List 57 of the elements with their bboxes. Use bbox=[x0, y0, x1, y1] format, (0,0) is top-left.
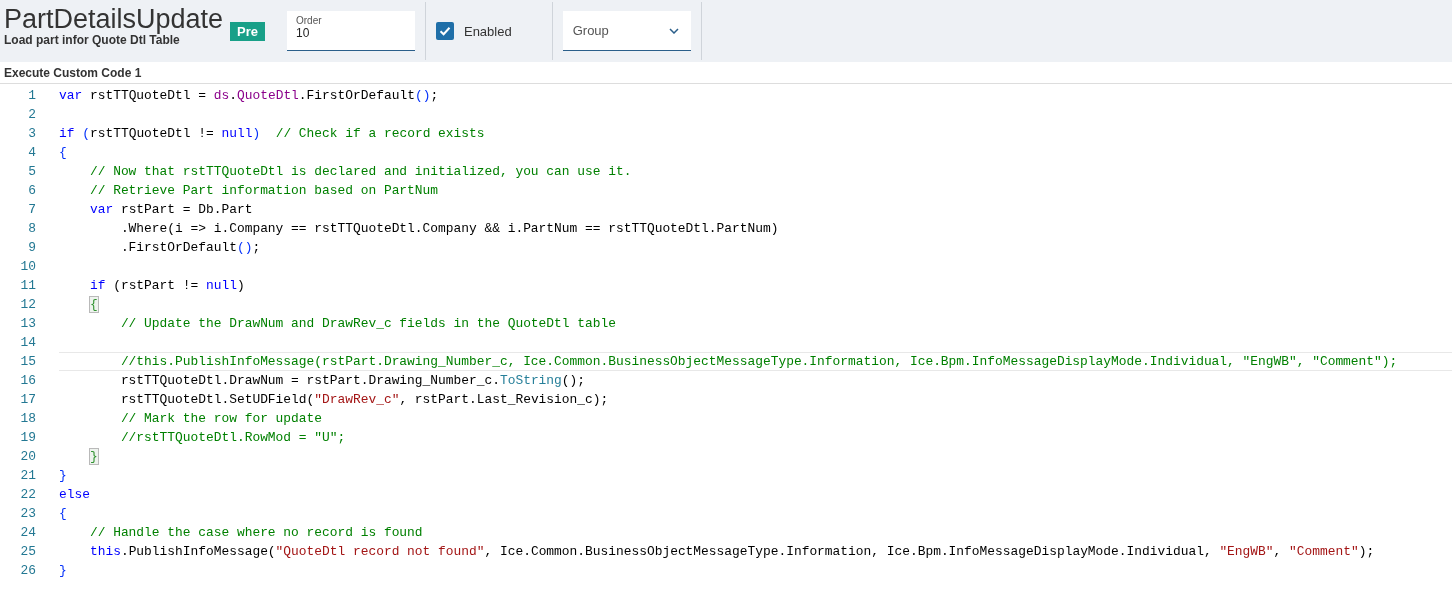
directive-title: PartDetailsUpdate bbox=[4, 5, 225, 33]
code-line: // Update the DrawNum and DrawRev_c fields in the QuoteDtl table bbox=[119, 316, 616, 331]
code-line: else bbox=[59, 487, 90, 502]
line-number: 6 bbox=[27, 183, 36, 198]
enabled-checkbox[interactable] bbox=[435, 22, 454, 40]
enabled-label: Enabled bbox=[463, 23, 512, 39]
code-line: { bbox=[59, 506, 67, 521]
code-line: this.PublishInfoMessage("QuoteDtl record not found", Ice.Common.BusinessObjectMessageType.Information, Ice.Bpm.InfoMessageDisplayMode.Individual, "EngWB", "Comment"); bbox=[88, 544, 1375, 559]
line-number: 21 bbox=[19, 468, 36, 483]
line-number: 25 bbox=[19, 544, 36, 559]
stage-badge: Pre bbox=[230, 21, 265, 41]
line-number: 7 bbox=[27, 202, 36, 217]
line-number: 1 bbox=[27, 88, 36, 103]
code-line: var rstPart = Db.Part bbox=[88, 202, 253, 217]
line-number: 13 bbox=[19, 316, 36, 331]
line-number: 15 bbox=[19, 354, 36, 369]
checkmark-icon bbox=[437, 24, 452, 38]
code-line: // Handle the case where no record is found bbox=[88, 525, 423, 540]
line-number: 22 bbox=[19, 487, 36, 502]
code-line: } bbox=[59, 563, 67, 578]
line-number: 5 bbox=[27, 164, 36, 179]
line-number: 12 bbox=[19, 297, 36, 312]
code-line: if (rstPart != null) bbox=[88, 278, 245, 293]
directive-description: Load part infor Quote Dtl Table bbox=[4, 32, 180, 47]
line-number: 20 bbox=[19, 449, 36, 464]
section-title: Execute Custom Code 1 bbox=[0, 62, 1452, 84]
line-number: 14 bbox=[19, 335, 36, 350]
line-number: 2 bbox=[27, 107, 36, 122]
code-line: } bbox=[59, 468, 67, 483]
code-line: rstTTQuoteDtl.SetUDField("DrawRev_c", rstPart.Last_Revision_c); bbox=[119, 392, 609, 407]
code-line: var rstTTQuoteDtl = ds.QuoteDtl.FirstOrDefault(); bbox=[59, 88, 439, 103]
code-line: // Mark the row for update bbox=[119, 411, 322, 426]
code-line: //rstTTQuoteDtl.RowMod = "U"; bbox=[119, 430, 346, 445]
line-number: 11 bbox=[19, 278, 36, 293]
line-number: 4 bbox=[27, 145, 36, 160]
line-number: 23 bbox=[19, 506, 36, 521]
line-number: 18 bbox=[19, 411, 36, 426]
line-number: 26 bbox=[19, 563, 36, 578]
code-line: // Now that rstTTQuoteDtl is declared and initialized, you can use it. bbox=[88, 164, 632, 179]
line-number: 10 bbox=[19, 259, 36, 274]
line-number: 16 bbox=[19, 373, 36, 388]
code-line: if (rstTTQuoteDtl != null) // Check if a record exists bbox=[59, 126, 485, 141]
code-line: // Retrieve Part information based on PartNum bbox=[88, 183, 439, 198]
line-number: 19 bbox=[19, 430, 36, 445]
line-number: 8 bbox=[27, 221, 36, 236]
code-line: rstTTQuoteDtl.DrawNum = rstPart.Drawing_Number_c.ToString(); bbox=[119, 373, 586, 388]
code-line: { bbox=[59, 145, 67, 160]
group-dropdown[interactable]: Group bbox=[562, 11, 691, 51]
code-line: .FirstOrDefault(); bbox=[119, 240, 261, 255]
line-number: 3 bbox=[27, 126, 36, 141]
line-number: 24 bbox=[19, 525, 36, 540]
line-number: 9 bbox=[27, 240, 36, 255]
line-number: 17 bbox=[19, 392, 36, 407]
order-field[interactable]: Order 10 bbox=[286, 11, 415, 51]
chevron-down-icon bbox=[668, 27, 679, 34]
code-line: //this.PublishInfoMessage(rstPart.Drawing_Number_c, Ice.Common.BusinessObjectMessageType.Information, Ice.Bpm.InfoMessageDisplayMode.Individual, "EngWB", "Comment"); bbox=[119, 354, 1398, 369]
code-line: .Where(i => i.Company == rstTTQuoteDtl.Company && i.PartNum == rstTTQuoteDtl.PartNum) bbox=[119, 221, 779, 236]
